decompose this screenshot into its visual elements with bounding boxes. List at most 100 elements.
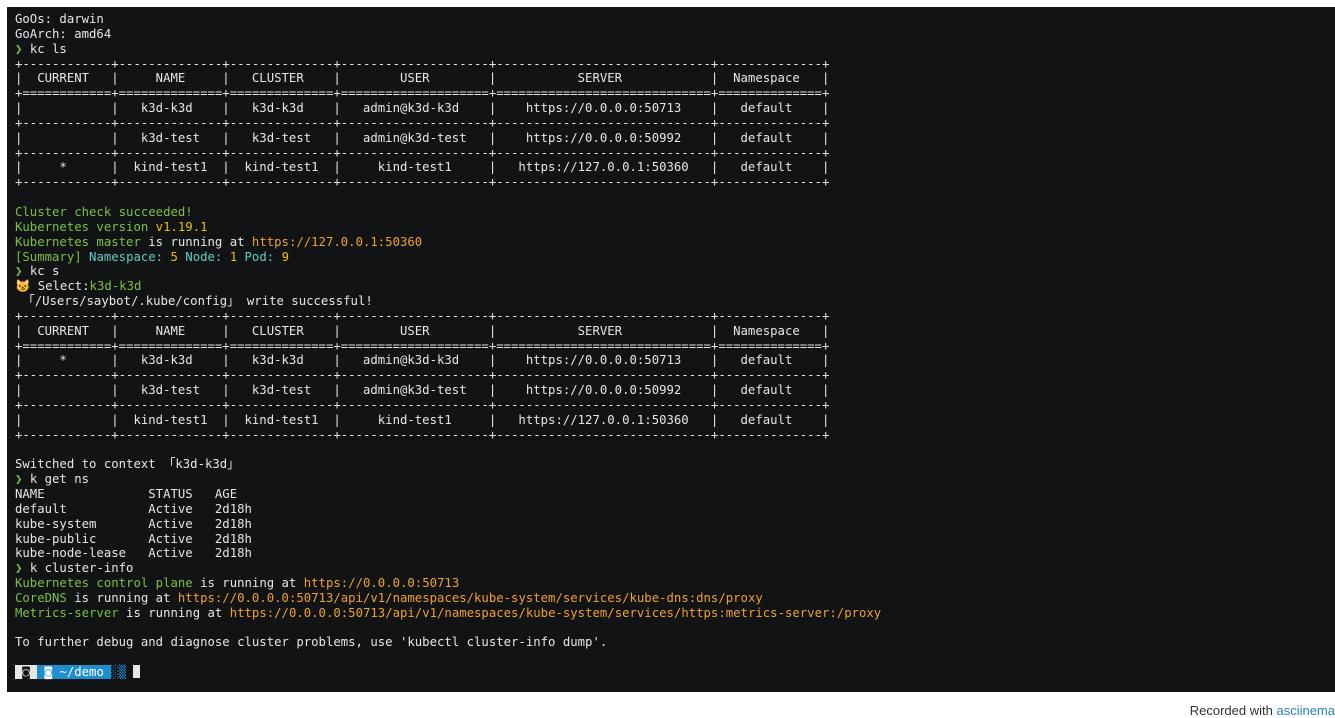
terminal-window[interactable]: GoOs: darwin GoArch: amd64 ❯ kc ls +-------…	[7, 7, 1335, 692]
terminal-line: kube-node-lease Active 2d18h	[15, 546, 881, 561]
terminal-text: Select:	[37, 279, 90, 294]
terminal-line: | | k3d-test | k3d-test | admin@k3d-test…	[15, 131, 881, 146]
terminal-text: k cluster-info	[29, 561, 134, 576]
terminal-text: | * | kind-test1 | kind-test1 | kind-tes…	[15, 160, 830, 175]
terminal-text: +------------+--------------+-----------…	[15, 56, 830, 71]
terminal-line: [Summary] Namespace: 5 Node: 1 Pod: 9	[15, 250, 881, 265]
terminal-text: Switched to context 「k3d-k3d」	[15, 457, 240, 472]
terminal-text: +============+==============+===========…	[15, 338, 830, 353]
terminal-line: Metrics-server is running at https://0.0…	[15, 606, 881, 621]
terminal-line: ❯ kc ls	[15, 42, 881, 57]
terminal-text: ❯	[15, 472, 30, 487]
terminal-text: [Summary]	[15, 249, 90, 264]
terminal-text: GoArch: amd64	[15, 26, 112, 41]
terminal-text: Namespace:	[89, 249, 171, 264]
terminal-text: kube-system Active 2d18h	[15, 516, 252, 531]
terminal-text: GoOs: darwin	[15, 12, 104, 26]
terminal-text: ❯	[15, 561, 30, 576]
terminal-line: ❯ k cluster-info	[15, 561, 881, 576]
terminal-text: ❯	[15, 264, 30, 279]
terminal-line: +------------+--------------+-----------…	[15, 116, 881, 131]
terminal-line: +============+==============+===========…	[15, 339, 881, 354]
terminal-line: | CURRENT | NAME | CLUSTER | USER | SERV…	[15, 324, 881, 339]
asciinema-link[interactable]: asciinema	[1276, 703, 1335, 718]
terminal-text: Kubernetes master	[15, 234, 141, 249]
terminal-text: Pod:	[244, 249, 282, 264]
terminal-text: +------------+--------------+-----------…	[15, 175, 830, 190]
terminal-line: | | k3d-test | k3d-test | admin@k3d-test…	[15, 383, 881, 398]
terminal-line: +------------+--------------+-----------…	[15, 309, 881, 324]
terminal-text: is running at	[66, 590, 178, 605]
terminal-line: Cluster check succeeded!	[15, 205, 881, 220]
terminal-text: ❯	[15, 41, 30, 56]
terminal-text: +------------+--------------+-----------…	[15, 368, 830, 383]
terminal-text: is running at	[118, 605, 230, 620]
terminal-line: NAME STATUS AGE	[15, 487, 881, 502]
terminal-line: Kubernetes master is running at https://…	[15, 235, 881, 250]
terminal-text: +============+==============+===========…	[15, 86, 830, 101]
terminal-line: Kubernetes control plane is running at h…	[15, 576, 881, 591]
terminal-text: kc s	[29, 264, 60, 279]
terminal-text: | | k3d-test | k3d-test | admin@k3d-test…	[15, 383, 830, 398]
terminal-text: | | k3d-test | k3d-test | admin@k3d-test…	[15, 130, 830, 145]
terminal-text: kc ls	[29, 41, 67, 56]
terminal-line: 「/Users/saybot/.kube/config」 write succe…	[15, 294, 881, 309]
terminal-line: GoArch: amd64	[15, 27, 881, 42]
terminal-text: Node:	[185, 249, 230, 264]
terminal-line: kube-public Active 2d18h	[15, 532, 881, 547]
terminal-line: Kubernetes version v1.19.1	[15, 220, 881, 235]
terminal-line: ❯ k get ns	[15, 472, 881, 487]
terminal-cursor	[133, 665, 141, 679]
terminal-text: To further debug and diagnose cluster pr…	[15, 635, 608, 650]
prompt-tail-segment: ░▒	[111, 665, 127, 680]
terminal-text: 😼	[15, 279, 38, 294]
terminal-text: 「/Users/saybot/.kube/config」 write succe…	[15, 294, 373, 309]
terminal-text: NAME STATUS AGE	[15, 487, 238, 501]
terminal-line: | | kind-test1 | kind-test1 | kind-test1…	[15, 413, 881, 428]
terminal-text: Metrics-server	[15, 605, 119, 620]
terminal-text: | * | k3d-k3d | k3d-k3d | admin@k3d-k3d …	[15, 353, 830, 368]
terminal-line: +============+==============+===========…	[15, 86, 881, 101]
terminal-text: https://0.0.0.0:50713/api/v1/namespaces/…	[229, 605, 882, 620]
terminal-line: Switched to context 「k3d-k3d」	[15, 457, 881, 472]
prompt-status-segment: ◙	[15, 665, 38, 680]
terminal-text: https://0.0.0.0:50713/api/v1/namespaces/…	[177, 590, 763, 605]
terminal-text: https://0.0.0.0:50713	[303, 576, 460, 591]
terminal-text: +------------+--------------+-----------…	[15, 308, 830, 323]
terminal-text: is running at	[140, 234, 252, 249]
terminal-text: k3d-k3d	[89, 279, 142, 294]
terminal-line: +------------+--------------+-----------…	[15, 146, 881, 161]
terminal-line: GoOs: darwin	[15, 12, 881, 27]
terminal-line: +------------+--------------+-----------…	[15, 57, 881, 72]
terminal-text: | CURRENT | NAME | CLUSTER | USER | SERV…	[15, 323, 830, 338]
terminal-text: 5	[170, 249, 186, 264]
recording-footer: Recorded with asciinema	[1190, 703, 1335, 718]
terminal-line: | CURRENT | NAME | CLUSTER | USER | SERV…	[15, 71, 881, 86]
terminal-line: kube-system Active 2d18h	[15, 517, 881, 532]
terminal-text: Kubernetes control plane	[15, 576, 193, 591]
terminal-text: default Active 2d18h	[15, 501, 252, 516]
terminal-text: Kubernetes version	[15, 219, 156, 234]
terminal-text: kube-node-lease Active 2d18h	[15, 546, 252, 561]
terminal-line: | | k3d-k3d | k3d-k3d | admin@k3d-k3d | …	[15, 101, 881, 116]
terminal-text: +------------+--------------+-----------…	[15, 427, 830, 442]
terminal-text: | | k3d-k3d | k3d-k3d | admin@k3d-k3d | …	[15, 101, 830, 116]
terminal-text: Cluster check succeeded!	[15, 204, 193, 219]
terminal-line: ❯ kc s	[15, 264, 881, 279]
terminal-line: +------------+--------------+-----------…	[15, 398, 881, 413]
terminal-text: | | kind-test1 | kind-test1 | kind-test1…	[15, 412, 830, 427]
terminal-text: +------------+--------------+-----------…	[15, 145, 830, 160]
terminal-line: | * | kind-test1 | kind-test1 | kind-tes…	[15, 160, 881, 175]
terminal-line: 😼 Select:k3d-k3d	[15, 279, 881, 294]
terminal-line: default Active 2d18h	[15, 502, 881, 517]
terminal-text: +------------+--------------+-----------…	[15, 397, 830, 412]
terminal-line: +------------+--------------+-----------…	[15, 368, 881, 383]
terminal-text: kube-public Active 2d18h	[15, 531, 252, 546]
terminal-text: 1	[229, 249, 245, 264]
terminal-text: k get ns	[29, 472, 90, 487]
prompt-line: ◙ ◙ ~/demo ░▒	[15, 665, 881, 680]
